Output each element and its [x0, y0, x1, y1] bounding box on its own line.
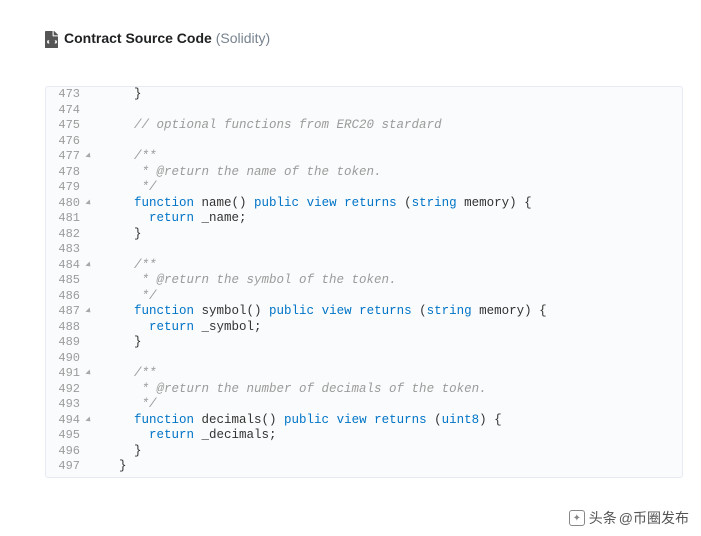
- line-number[interactable]: 495: [46, 428, 86, 444]
- watermark: ✦ 头条 @币圈发布: [569, 508, 689, 528]
- line-number[interactable]: 490: [46, 351, 86, 367]
- code-line: 488 return _symbol;: [46, 320, 682, 336]
- code-line: 491 /**: [46, 366, 682, 382]
- code-line: 486 */: [46, 289, 682, 305]
- section-title-light: (Solidity): [216, 30, 270, 46]
- file-code-icon: [45, 31, 58, 46]
- line-number[interactable]: 487: [46, 304, 86, 320]
- code-line: 479 */: [46, 180, 682, 196]
- line-number[interactable]: 488: [46, 320, 86, 336]
- code-content[interactable]: return _name;: [96, 211, 247, 227]
- code-line: 492 * @return the number of decimals of …: [46, 382, 682, 398]
- code-line: 480 function name() public view returns …: [46, 196, 682, 212]
- code-line: 481 return _name;: [46, 211, 682, 227]
- code-content[interactable]: * @return the number of decimals of the …: [96, 382, 487, 398]
- line-number[interactable]: 484: [46, 258, 86, 274]
- code-content[interactable]: }: [96, 227, 142, 243]
- section-title: Contract Source Code (Solidity): [64, 30, 270, 46]
- code-content[interactable]: // optional functions from ERC20 stardar…: [96, 118, 442, 134]
- code-content[interactable]: }: [96, 335, 142, 351]
- line-number[interactable]: 492: [46, 382, 86, 398]
- code-content[interactable]: /**: [96, 149, 157, 165]
- line-number[interactable]: 479: [46, 180, 86, 196]
- code-line: 493 */: [46, 397, 682, 413]
- code-content[interactable]: /**: [96, 366, 157, 382]
- line-number[interactable]: 480: [46, 196, 86, 212]
- code-content[interactable]: function symbol() public view returns (s…: [96, 304, 547, 320]
- line-number[interactable]: 476: [46, 134, 86, 150]
- line-number[interactable]: 485: [46, 273, 86, 289]
- line-number[interactable]: 497: [46, 459, 86, 475]
- code-line: 483: [46, 242, 682, 258]
- section-title-bold: Contract Source Code: [64, 30, 212, 46]
- code-content[interactable]: */: [96, 397, 157, 413]
- code-line: 497 }: [46, 459, 682, 475]
- line-number[interactable]: 474: [46, 103, 86, 119]
- code-line: 485 * @return the symbol of the token.: [46, 273, 682, 289]
- source-code-editor[interactable]: 473 }474475 // optional functions from E…: [45, 86, 683, 478]
- code-line: 474: [46, 103, 682, 119]
- code-line: 489 }: [46, 335, 682, 351]
- code-content[interactable]: * @return the symbol of the token.: [96, 273, 397, 289]
- line-number[interactable]: 486: [46, 289, 86, 305]
- line-number[interactable]: 494: [46, 413, 86, 429]
- code-line: 487 function symbol() public view return…: [46, 304, 682, 320]
- code-line: 490: [46, 351, 682, 367]
- line-number[interactable]: 496: [46, 444, 86, 460]
- watermark-handle: @币圈发布: [619, 508, 689, 528]
- code-line: 476: [46, 134, 682, 150]
- code-content[interactable]: /**: [96, 258, 157, 274]
- code-content[interactable]: }: [96, 87, 142, 103]
- line-number[interactable]: 489: [46, 335, 86, 351]
- code-line: 495 return _decimals;: [46, 428, 682, 444]
- code-line: 478 * @return the name of the token.: [46, 165, 682, 181]
- code-content[interactable]: */: [96, 180, 157, 196]
- code-line: 496 }: [46, 444, 682, 460]
- code-content[interactable]: return _decimals;: [96, 428, 277, 444]
- code-content[interactable]: * @return the name of the token.: [96, 165, 382, 181]
- watermark-prefix: 头条: [589, 508, 617, 528]
- line-number[interactable]: 491: [46, 366, 86, 382]
- code-line: 475 // optional functions from ERC20 sta…: [46, 118, 682, 134]
- code-content[interactable]: }: [96, 459, 127, 475]
- code-content[interactable]: }: [96, 444, 142, 460]
- line-number[interactable]: 475: [46, 118, 86, 134]
- code-content[interactable]: function decimals() public view returns …: [96, 413, 502, 429]
- code-line: 482 }: [46, 227, 682, 243]
- line-number[interactable]: 493: [46, 397, 86, 413]
- code-content[interactable]: return _symbol;: [96, 320, 262, 336]
- main-container: Contract Source Code (Solidity) 473 }474…: [0, 0, 701, 478]
- code-content[interactable]: function name() public view returns (str…: [96, 196, 532, 212]
- line-number[interactable]: 483: [46, 242, 86, 258]
- line-number[interactable]: 473: [46, 87, 86, 103]
- code-line: 473 }: [46, 87, 682, 103]
- code-line: 494 function decimals() public view retu…: [46, 413, 682, 429]
- code-line: 477 /**: [46, 149, 682, 165]
- line-number[interactable]: 478: [46, 165, 86, 181]
- line-number[interactable]: 482: [46, 227, 86, 243]
- section-header: Contract Source Code (Solidity): [45, 30, 701, 46]
- line-number[interactable]: 477: [46, 149, 86, 165]
- line-number[interactable]: 481: [46, 211, 86, 227]
- watermark-icon: ✦: [569, 510, 585, 526]
- code-line: 484 /**: [46, 258, 682, 274]
- code-content[interactable]: */: [96, 289, 157, 305]
